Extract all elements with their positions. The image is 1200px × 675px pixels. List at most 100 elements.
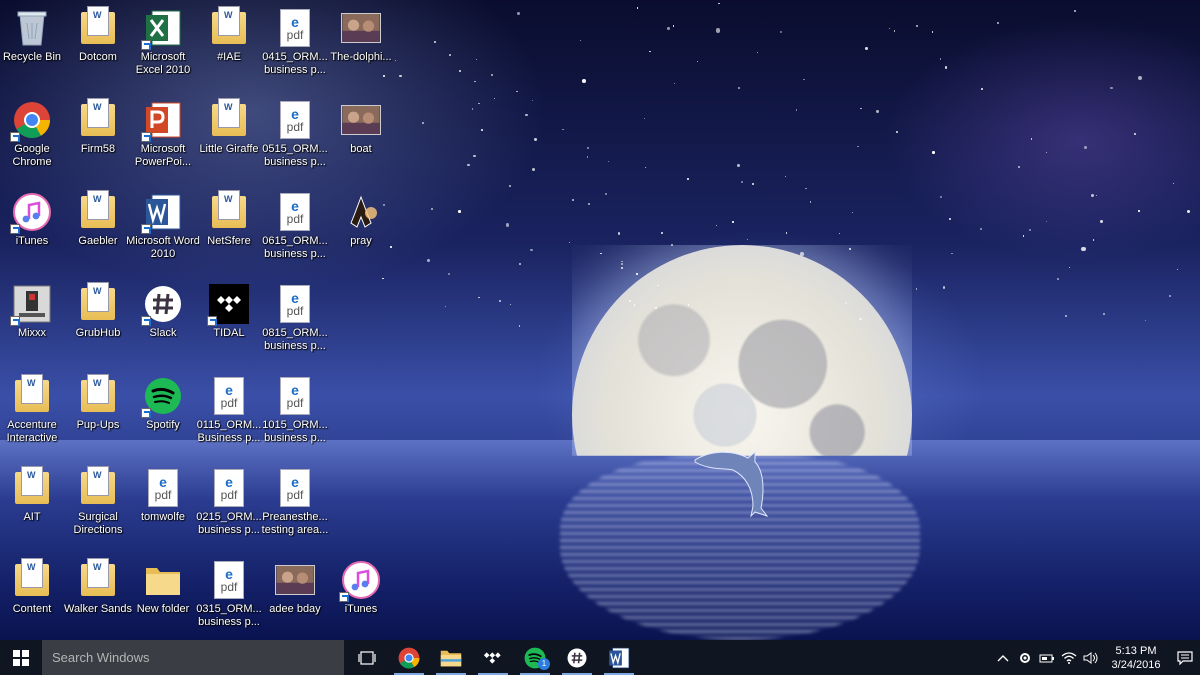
tidal-icon bbox=[483, 651, 503, 665]
desktop-icon-accenture-interactive[interactable]: Accenture Interactive bbox=[0, 372, 64, 458]
taskbar-file-explorer-button[interactable] bbox=[430, 640, 472, 675]
star bbox=[715, 224, 718, 226]
star bbox=[572, 198, 575, 201]
taskbar-chrome-button[interactable] bbox=[388, 640, 430, 675]
desktop-icon-image: e pdf bbox=[275, 100, 315, 140]
taskbar-task-view-button[interactable] bbox=[346, 640, 388, 675]
star bbox=[844, 301, 847, 304]
star bbox=[444, 305, 447, 308]
star bbox=[876, 110, 879, 113]
show-hidden-icons-chevron-icon[interactable] bbox=[992, 640, 1014, 675]
desktop-icon-new-folder[interactable]: New folder bbox=[131, 556, 195, 642]
desktop-icon-tomwolfe[interactable]: e pdf tomwolfe bbox=[131, 464, 195, 550]
star bbox=[940, 58, 942, 60]
action-center-button[interactable] bbox=[1170, 640, 1200, 675]
desktop-icon-mixxx[interactable]: Mixxx bbox=[0, 280, 64, 366]
star bbox=[865, 47, 868, 50]
desktop-icon-label: 0115_ORM... Business p... bbox=[196, 419, 262, 444]
desktop-icon-netsfere[interactable]: NetSfere bbox=[197, 188, 261, 274]
desktop-icon-image bbox=[141, 284, 183, 326]
desktop-icon-0215-orm-business-p[interactable]: e pdf 0215_ORM... business p... bbox=[196, 464, 262, 550]
desktop-icon-surgical-directions[interactable]: Surgical Directions bbox=[66, 464, 130, 550]
folder-icon bbox=[81, 6, 115, 44]
desktop-icon-google-chrome[interactable]: Google Chrome bbox=[0, 96, 64, 182]
desktop-icon-slack[interactable]: Slack bbox=[131, 280, 195, 366]
star bbox=[568, 241, 571, 244]
taskbar-pinned-apps: 1 bbox=[346, 640, 640, 675]
desktop-icon-microsoft-word-2010[interactable]: Microsoft Word 2010 bbox=[126, 188, 200, 274]
desktop-icon-image bbox=[341, 192, 381, 232]
star bbox=[399, 74, 402, 78]
star bbox=[471, 108, 474, 110]
pdf-document-icon: e pdf bbox=[214, 561, 244, 599]
desktop-icon-dotcom[interactable]: Dotcom bbox=[66, 4, 130, 90]
desktop-icon-gaebler[interactable]: Gaebler bbox=[66, 188, 130, 274]
star bbox=[673, 82, 675, 84]
desktop-icon-adee-bday[interactable]: adee bday bbox=[263, 556, 327, 642]
desktop-icon-label: Dotcom bbox=[79, 51, 117, 63]
desktop-icon-boat[interactable]: boat bbox=[329, 96, 393, 182]
desktop-icon-image bbox=[141, 376, 183, 418]
desktop-icon-little-giraffe[interactable]: Little Giraffe bbox=[197, 96, 261, 182]
desktop-icon-label: GrubHub bbox=[75, 327, 121, 339]
desktop-icon-pup-ups[interactable]: Pup-Ups bbox=[66, 372, 130, 458]
star bbox=[795, 109, 798, 111]
desktop-icon-0115-orm-business-p[interactable]: e pdf 0115_ORM... Business p... bbox=[197, 372, 261, 458]
star bbox=[474, 80, 476, 83]
desktop-icon-image: e pdf bbox=[209, 468, 249, 508]
desktop-icon-ait[interactable]: AIT bbox=[0, 464, 64, 550]
star bbox=[643, 117, 645, 119]
taskbar-tidal-button[interactable] bbox=[472, 640, 514, 675]
desktop-icon-label: Microsoft PowerPoi... bbox=[134, 143, 192, 168]
start-button[interactable] bbox=[0, 640, 42, 675]
desktop-icon-content[interactable]: Content bbox=[0, 556, 64, 642]
desktop-icon-walker-sands[interactable]: Walker Sands bbox=[64, 556, 132, 642]
desktop-icon-0615-orm-business-p[interactable]: e pdf 0615_ORM... business p... bbox=[262, 188, 328, 274]
star bbox=[943, 286, 946, 289]
desktop-icon-recycle-bin[interactable]: Recycle Bin bbox=[0, 4, 64, 90]
desktop-icon-0315-orm-business-p[interactable]: e pdf 0315_ORM... business p... bbox=[196, 556, 262, 642]
desktop-icon-grubhub[interactable]: GrubHub bbox=[66, 280, 130, 366]
taskbar-search-box[interactable]: Search Windows bbox=[42, 640, 344, 675]
desktop-icon-1015-orm-business-p[interactable]: e pdf 1015_ORM... business p... bbox=[262, 372, 328, 458]
desktop-icon-image bbox=[12, 8, 52, 48]
desktop-icon-itunes[interactable]: iTunes bbox=[329, 556, 393, 642]
desktop-icon-0815-orm-business-p[interactable]: e pdf 0815_ORM... business p... bbox=[262, 280, 328, 366]
star bbox=[473, 154, 476, 158]
desktop-icon-firm58[interactable]: Firm58 bbox=[66, 96, 130, 182]
desktop-icon-0415-orm-business-p[interactable]: e pdf 0415_ORM... business p... bbox=[262, 4, 328, 90]
desktop-icon-spotify[interactable]: Spotify bbox=[131, 372, 195, 458]
desktop-icon-label: Microsoft Word 2010 bbox=[126, 235, 200, 260]
desktop-icon-image: e pdf bbox=[275, 8, 315, 48]
desktop-icon-the-dolphi[interactable]: The-dolphi... bbox=[329, 4, 393, 90]
pdf-document-icon: e pdf bbox=[214, 377, 244, 415]
volume-icon[interactable] bbox=[1080, 640, 1102, 675]
desktop-icon-image bbox=[141, 100, 183, 142]
star bbox=[621, 263, 624, 266]
star bbox=[931, 31, 934, 34]
desktop-icon-microsoft-powerpoi[interactable]: Microsoft PowerPoi... bbox=[131, 96, 195, 182]
star bbox=[505, 223, 510, 228]
taskbar-slack-button[interactable] bbox=[556, 640, 598, 675]
wifi-icon[interactable] bbox=[1058, 640, 1080, 675]
folder-icon bbox=[15, 558, 49, 596]
taskbar-spotify-button[interactable]: 1 bbox=[514, 640, 556, 675]
star bbox=[531, 168, 535, 172]
star bbox=[1030, 138, 1033, 140]
desktop-icon-0515-orm-business-p[interactable]: e pdf 0515_ORM... business p... bbox=[262, 96, 328, 182]
desktop-icon-preanesthe-testing-area[interactable]: e pdf Preanesthe... testing area... bbox=[262, 464, 328, 550]
desktop-icon-image bbox=[78, 558, 118, 600]
battery-icon[interactable] bbox=[1036, 640, 1058, 675]
taskbar-clock[interactable]: 5:13 PM 3/24/2016 bbox=[1102, 640, 1170, 675]
desktop-icon-iae[interactable]: #IAE bbox=[197, 4, 261, 90]
desktop-icon-microsoft-excel-2010[interactable]: Microsoft Excel 2010 bbox=[131, 4, 195, 90]
desktop-icon-itunes[interactable]: iTunes bbox=[0, 188, 64, 274]
shortcut-arrow-icon bbox=[141, 40, 151, 50]
desktop-icon-tidal[interactable]: TIDAL bbox=[197, 280, 261, 366]
gear-tray-icon[interactable] bbox=[1014, 640, 1036, 675]
wallpaper-dolphin bbox=[694, 450, 769, 518]
desktop-icon-pray[interactable]: pray bbox=[329, 188, 393, 274]
taskbar-word-button[interactable] bbox=[598, 640, 640, 675]
desktop-icon-label: 1015_ORM... business p... bbox=[262, 419, 328, 444]
desktop-icon-label: Slack bbox=[149, 327, 177, 339]
